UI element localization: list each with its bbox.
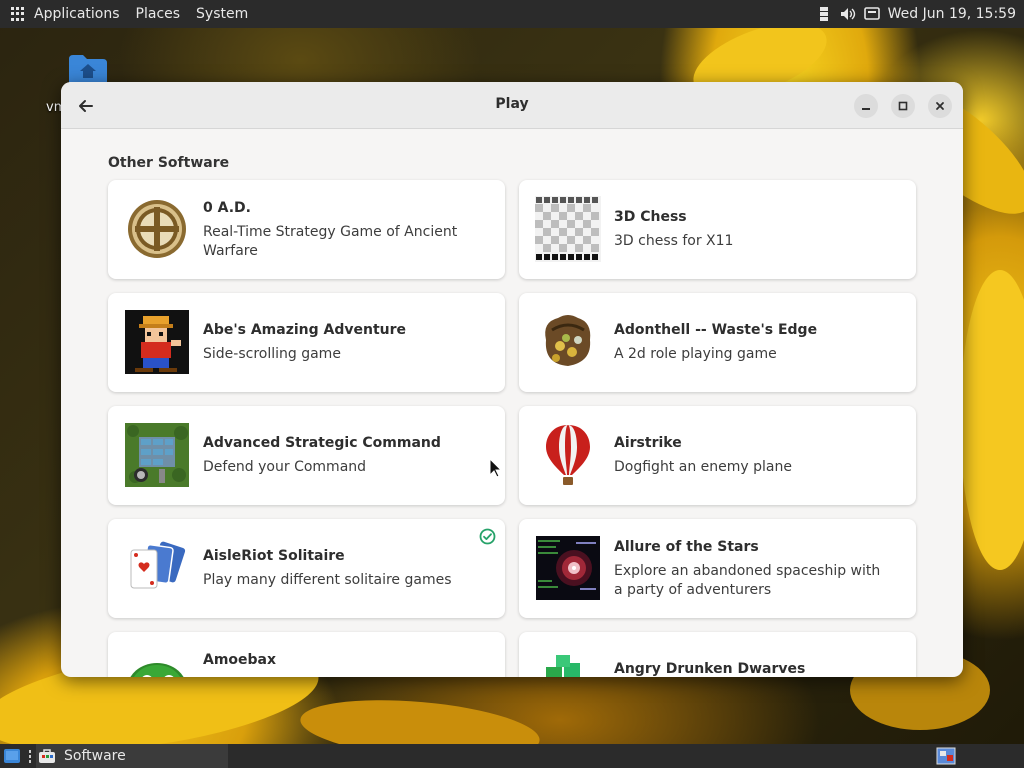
app-list-content: Other Software 0 A.D. Real-Time Strategy… [61,130,963,677]
app-card[interactable]: AisleRiot Solitaire Play many different … [108,519,505,618]
menu-applications[interactable]: Applications [34,6,120,22]
playing-cards-icon [124,535,190,601]
top-panel: Applications Places System Wed Jun 19, 1… [0,0,1024,28]
app-card[interactable]: Advanced Strategic Command Defend your C… [108,406,505,505]
app-card[interactable]: Adonthell -- Waste's Edge A 2d role play… [519,293,916,392]
app-name: Angry Drunken Dwarves [614,661,806,677]
software-window: Play Other Software 0 A.D. Real-Time Str… [61,82,963,677]
0ad-icon [124,196,190,262]
system-tray: Wed Jun 19, 15:59 [816,6,1016,22]
display-icon[interactable] [863,6,880,22]
amoeba-icon [124,648,190,677]
app-card[interactable]: Angry Drunken Dwarves [519,632,916,677]
app-name: Amoebax [203,652,277,668]
app-name: Abe's Amazing Adventure [203,322,407,338]
app-grid-icon[interactable] [11,7,25,21]
app-card[interactable]: Amoebax [108,632,505,677]
app-card[interactable]: 3D Chess 3D chess for X11 [519,180,916,279]
maximize-button[interactable] [891,94,915,118]
app-name: AisleRiot Solitaire [203,548,345,564]
workspace-switcher-icon[interactable] [936,747,956,765]
taskbar-button-software[interactable]: Software [36,744,228,768]
app-summary: 3D chess for X11 [614,233,734,249]
chess-board-icon [535,196,601,262]
app-card[interactable]: Airstrike Dogfight an enemy plane [519,406,916,505]
bottom-panel: Software [0,744,1024,768]
clock[interactable]: Wed Jun 19, 15:59 [888,6,1016,22]
minimize-button[interactable] [854,94,878,118]
app-summary: Play many different solitaire games [203,572,452,588]
app-name: Adonthell -- Waste's Edge [614,322,818,338]
app-summary: Defend your Command [203,459,367,475]
space-vortex-icon [535,535,601,601]
app-card[interactable]: Abe's Amazing Adventure Side-scrolling g… [108,293,505,392]
strategy-map-icon [124,422,190,488]
menu-system[interactable]: System [196,6,248,22]
show-desktop-icon[interactable] [3,748,21,764]
gem-blocks-icon [535,648,601,677]
app-card[interactable]: 0 A.D. Real-Time Strategy Game of Ancien… [108,180,505,279]
menu-places[interactable]: Places [136,6,181,22]
hot-air-balloon-icon [535,422,601,488]
abe-icon [124,309,190,375]
volume-icon[interactable] [840,6,856,22]
network-wired-icon[interactable] [816,6,832,22]
app-card[interactable]: Allure of the Stars Explore an abandoned… [519,519,916,618]
app-summary: Explore an abandoned spaceship with a pa… [614,563,881,598]
taskbar-software-label: Software [64,748,126,764]
app-name: 3D Chess [614,209,687,225]
window-title: Play [495,96,529,112]
software-bag-icon [39,749,55,763]
app-summary: Side-scrolling game [203,346,341,362]
close-icon [936,102,944,110]
taskbar-handle-icon[interactable] [28,749,32,763]
app-summary: Real-Time Strategy Game of Ancient Warfa… [203,224,458,259]
minimize-icon [862,108,870,110]
installed-check-icon [479,528,496,545]
app-name: Advanced Strategic Command [203,435,441,451]
app-summary: A 2d role playing game [614,346,777,362]
app-name: 0 A.D. [203,200,251,216]
app-summary: Dogfight an enemy plane [614,459,792,475]
close-button[interactable] [928,94,952,118]
app-name: Airstrike [614,435,682,451]
app-name: Allure of the Stars [614,539,759,555]
maximize-icon [898,101,908,111]
section-title: Other Software [108,155,230,171]
treasure-bag-icon [535,309,601,375]
window-headerbar: Play [61,82,963,129]
mouse-pointer-icon [489,458,501,478]
